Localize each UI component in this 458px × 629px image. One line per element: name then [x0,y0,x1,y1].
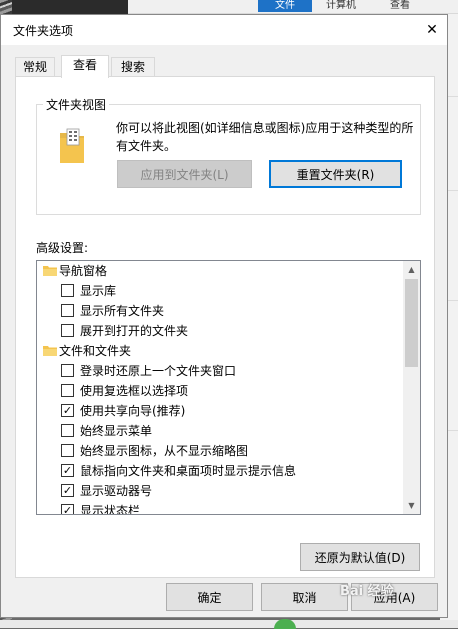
dialog-titlebar: 文件夹选项 ✕ [1,15,447,45]
list-item-label: 显示所有文件夹 [80,304,165,318]
checkbox[interactable] [61,324,74,337]
checkbox-checked[interactable]: ✓ [61,504,74,514]
scroll-thumb[interactable] [405,279,418,367]
list-item-label: 显示库 [80,284,117,298]
list-item-label: 始终显示菜单 [80,424,153,438]
apply-to-folders-button[interactable]: 应用到文件夹(L) [117,160,252,188]
scroll-down-icon[interactable]: ▼ [403,497,420,514]
list-item-label: 显示驱动器号 [80,484,153,498]
folder-icon [43,266,57,276]
folder-icon [43,346,57,356]
reset-folders-button[interactable]: 重置文件夹(R) [269,160,402,188]
advanced-settings-list[interactable]: 导航窗格 显示库 显示所有文件夹 展开到打开的文件夹 文件和文件夹 登录时还原上… [36,260,421,515]
background-window-title [0,0,128,14]
close-icon[interactable]: ✕ [417,15,447,45]
background-tab-view[interactable]: 查看 [390,0,410,12]
tab-panel-view: 文件夹视图 你可以将此视图(如详细信息或图标)应用于这种类型的所有文件夹。 应用… [15,76,435,578]
list-item-label: 鼠标指向文件夹和桌面项时显示提示信息 [80,464,297,478]
ok-button[interactable]: 确定 [166,583,253,611]
list-item-label: 使用共享向导(推荐) [80,404,186,418]
folder-views-group: 文件夹视图 你可以将此视图(如详细信息或图标)应用于这种类型的所有文件夹。 应用… [36,96,421,215]
list-item-label: 显示状态栏 [80,504,141,515]
tab-search[interactable]: 搜索 [111,57,155,77]
checkbox-checked[interactable]: ✓ [61,464,74,477]
checkbox[interactable] [61,424,74,437]
tab-view[interactable]: 查看 [61,55,109,78]
folder-view-icon [60,128,84,163]
tab-general[interactable]: 常规 [15,57,55,77]
checkbox[interactable] [61,304,74,317]
background-ribbon: 文件 计算机 查看 [128,0,458,14]
restore-defaults-button[interactable]: 还原为默认值(D) [300,543,420,571]
scroll-up-icon[interactable]: ▲ [403,261,420,278]
list-item-label: 展开到打开的文件夹 [80,324,189,338]
folder-views-description: 你可以将此视图(如详细信息或图标)应用于这种类型的所有文件夹。 [116,121,414,153]
checkbox-checked[interactable]: ✓ [61,484,74,497]
background-tab-file[interactable]: 文件 [258,0,312,12]
advanced-settings-label: 高级设置: [36,241,89,255]
background-tab-computer[interactable]: 计算机 [326,0,356,12]
list-group-label: 导航窗格 [59,264,108,278]
checkbox[interactable] [61,364,74,377]
checkbox[interactable] [61,384,74,397]
list-group-label: 文件和文件夹 [59,344,132,358]
apply-button[interactable]: 应用(A) [351,583,438,611]
checkbox-checked[interactable]: ✓ [61,404,74,417]
list-item-label: 使用复选框以选择项 [80,384,189,398]
background-taskbar [0,620,458,628]
folder-options-dialog: 文件夹选项 ✕ 常规 查看 搜索 文件夹视图 你可以将此视图(如详细信息或图标)… [0,14,448,618]
list-item-label: 登录时还原上一个文件夹窗口 [80,364,237,378]
checkbox[interactable] [61,284,74,297]
cancel-button[interactable]: 取消 [261,583,348,611]
dialog-title: 文件夹选项 [13,24,74,38]
list-scrollbar[interactable]: ▲ ▼ [403,261,420,514]
checkbox[interactable] [61,444,74,457]
folder-views-title: 文件夹视图 [43,96,110,113]
list-item-label: 始终显示图标，从不显示缩略图 [80,444,249,458]
